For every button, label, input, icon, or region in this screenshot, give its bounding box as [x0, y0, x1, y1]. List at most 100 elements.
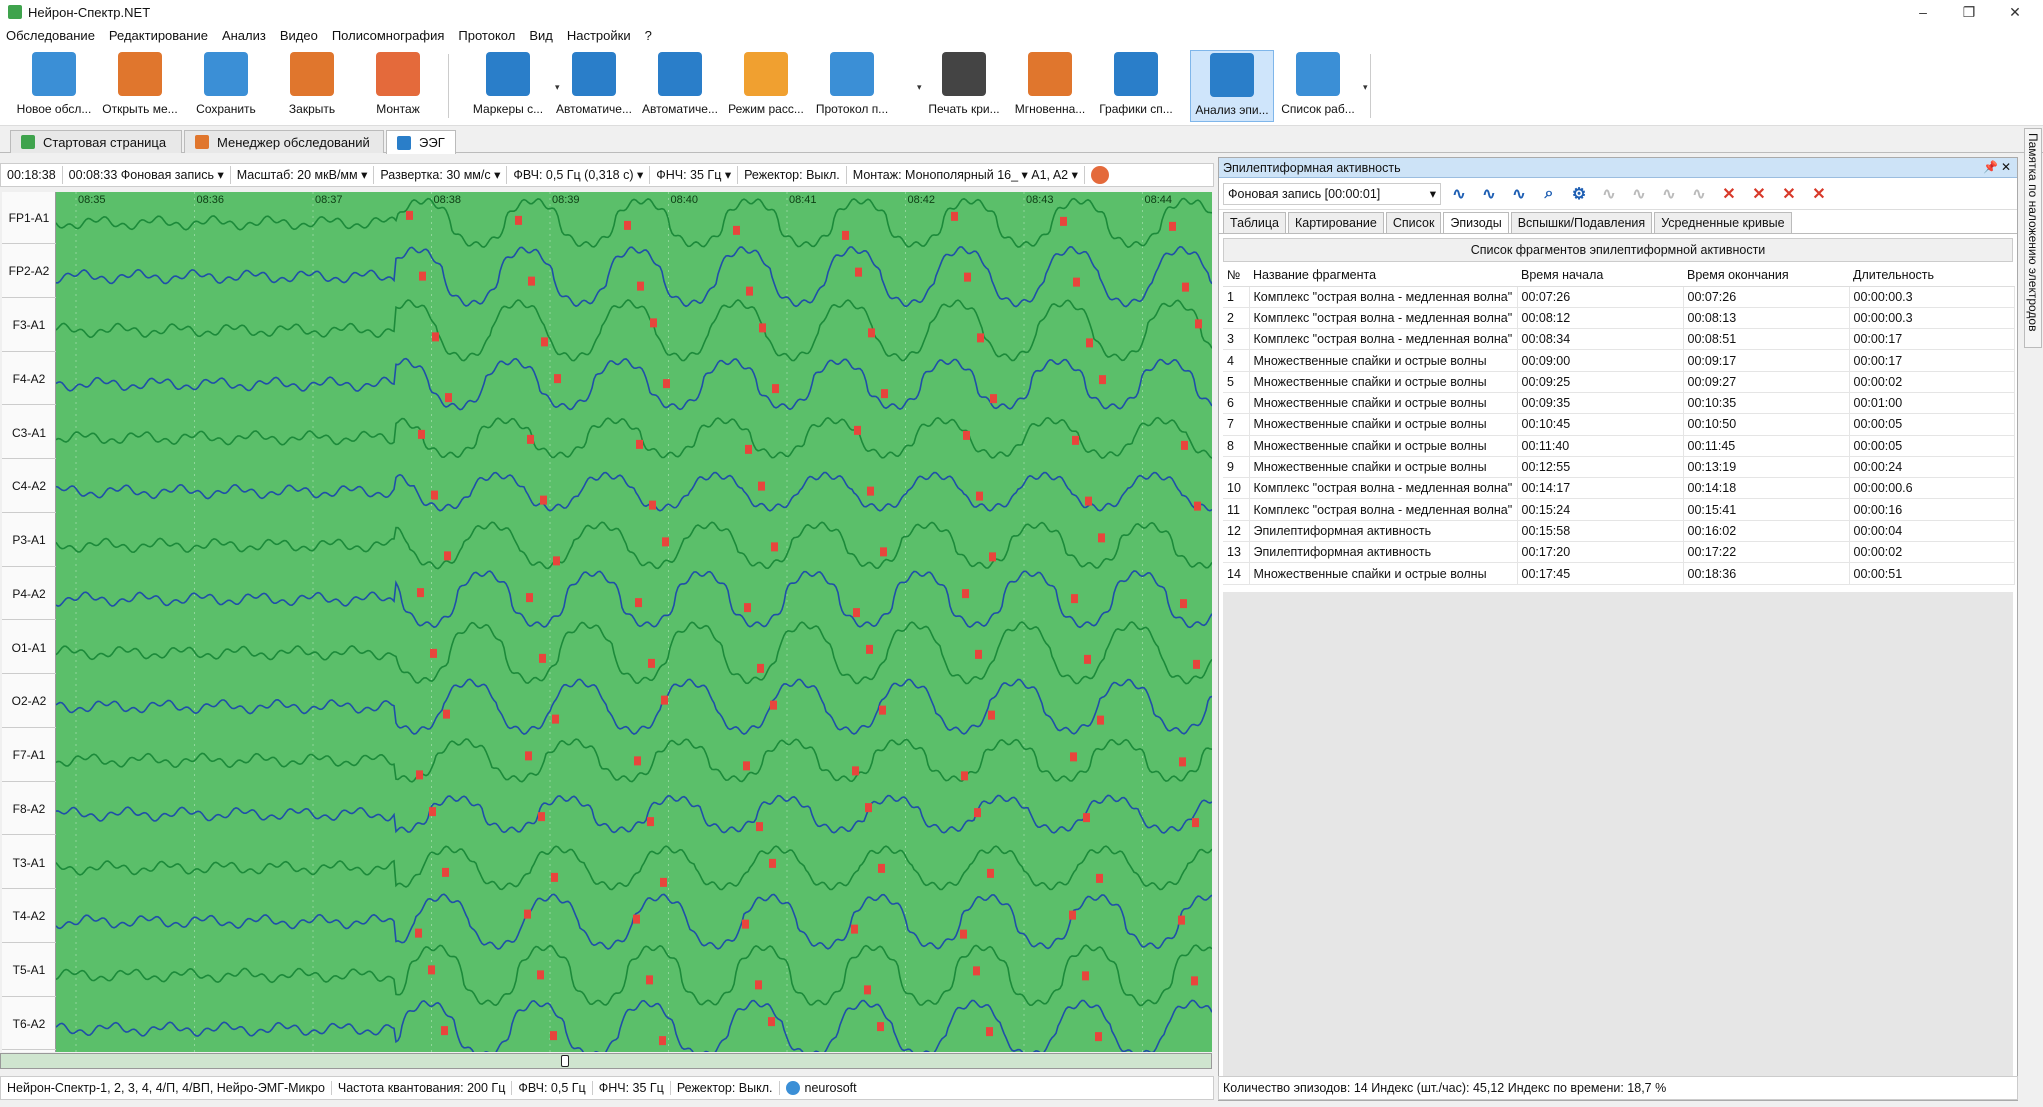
spike-marker[interactable]: [539, 653, 546, 663]
col-duration[interactable]: Длительность: [1849, 264, 2015, 287]
spike-marker[interactable]: [1085, 496, 1092, 506]
spike-marker[interactable]: [733, 225, 740, 235]
delete-all-icon[interactable]: ✕: [1807, 182, 1831, 206]
spike-marker[interactable]: [428, 965, 435, 975]
spike-marker[interactable]: [975, 649, 982, 659]
channel-label[interactable]: T6-A2: [2, 998, 56, 1051]
tab-start-page[interactable]: Стартовая страница: [10, 130, 182, 153]
spike-marker[interactable]: [768, 1017, 775, 1027]
lpf-select[interactable]: ФНЧ: 35 Гц ▾: [650, 166, 739, 184]
spike-marker[interactable]: [646, 975, 653, 985]
spike-marker[interactable]: [1098, 533, 1105, 543]
spike-marker[interactable]: [430, 648, 437, 658]
spike-marker[interactable]: [743, 761, 750, 771]
spike-marker[interactable]: [540, 495, 547, 505]
tab-table[interactable]: Таблица: [1223, 212, 1287, 233]
spike-marker[interactable]: [1178, 915, 1185, 925]
wave-dim-1-icon[interactable]: ∿: [1597, 182, 1621, 206]
spike-marker[interactable]: [418, 429, 425, 439]
spike-marker[interactable]: [986, 1027, 993, 1037]
minimize-button[interactable]: –: [1900, 0, 1946, 24]
toolbar-button-1[interactable]: Открыть ме...: [98, 50, 182, 122]
channel-label[interactable]: P4-A2: [2, 568, 56, 621]
channel-label[interactable]: F7-A1: [2, 730, 56, 782]
spike-marker[interactable]: [637, 281, 644, 291]
spike-marker[interactable]: [524, 909, 531, 919]
spike-marker[interactable]: [976, 491, 983, 501]
spike-marker[interactable]: [758, 481, 765, 491]
spike-detect-b-icon[interactable]: ∿: [1507, 182, 1531, 206]
spike-marker[interactable]: [1195, 319, 1202, 329]
channel-label[interactable]: O1-A1: [2, 622, 56, 674]
table-row[interactable]: 4 Множественные спайки и острые волны 00:0…: [1223, 349, 2015, 372]
channel-label[interactable]: C3-A1: [2, 407, 56, 459]
spike-marker[interactable]: [647, 817, 654, 827]
spike-marker[interactable]: [538, 812, 545, 822]
close-window-button[interactable]: ✕: [1992, 0, 2038, 24]
montage-select[interactable]: Монтаж: Монополярный 16_ ▾ A1, A2 ▾: [847, 166, 1085, 184]
spike-marker[interactable]: [1191, 976, 1198, 986]
spike-marker[interactable]: [744, 603, 751, 613]
spike-marker[interactable]: [864, 985, 871, 995]
toolbar-button-4[interactable]: Монтаж: [356, 50, 440, 122]
spike-marker[interactable]: [444, 551, 451, 561]
spike-marker[interactable]: [1095, 1032, 1102, 1042]
table-row[interactable]: 13 Эпилептиформная активность 00:17:20 00:1…: [1223, 541, 2015, 564]
spike-marker[interactable]: [442, 867, 449, 877]
spike-search-icon[interactable]: ⌕: [1537, 182, 1561, 206]
table-row[interactable]: 9 Множественные спайки и острые волны 00:1…: [1223, 456, 2015, 479]
spike-marker[interactable]: [650, 318, 657, 328]
gear-icon[interactable]: ⚙: [1567, 182, 1591, 206]
spike-marker[interactable]: [1073, 277, 1080, 287]
wave-dim-2-icon[interactable]: ∿: [1627, 182, 1651, 206]
spike-marker[interactable]: [951, 211, 958, 221]
spike-marker[interactable]: [660, 877, 667, 887]
spike-marker[interactable]: [842, 230, 849, 240]
table-row[interactable]: 3 Комплекс "острая волна - медленная волн…: [1223, 328, 2015, 351]
spike-marker[interactable]: [1072, 435, 1079, 445]
spike-marker[interactable]: [973, 966, 980, 976]
toolbar-button-12[interactable]: Графики сп...: [1094, 50, 1178, 122]
table-row[interactable]: 8 Множественные спайки и острые волны 00:1…: [1223, 435, 2015, 457]
spike-marker[interactable]: [1060, 216, 1067, 226]
spike-marker[interactable]: [659, 1036, 666, 1046]
spike-detect-a-icon[interactable]: ∿: [1477, 182, 1501, 206]
spike-marker[interactable]: [526, 593, 533, 603]
spike-marker[interactable]: [431, 490, 438, 500]
spike-marker[interactable]: [635, 598, 642, 608]
spike-marker[interactable]: [417, 588, 424, 598]
spike-marker[interactable]: [1097, 715, 1104, 725]
spike-marker[interactable]: [745, 444, 752, 454]
toolbar-button-5[interactable]: Маркеры с...: [466, 50, 550, 122]
spike-marker[interactable]: [964, 272, 971, 282]
delete-waves-icon[interactable]: ✕: [1747, 182, 1771, 206]
spike-marker[interactable]: [1193, 659, 1200, 669]
menu-settings[interactable]: Настройки: [567, 28, 631, 43]
spike-marker[interactable]: [662, 537, 669, 547]
spike-marker[interactable]: [1082, 971, 1089, 981]
table-row[interactable]: 1 Комплекс "острая волна - медленная волн…: [1223, 286, 2015, 308]
table-row[interactable]: 11 Комплекс "острая волна - медленная вол…: [1223, 498, 2015, 521]
delete-spikes-icon[interactable]: ✕: [1717, 182, 1741, 206]
spike-marker[interactable]: [772, 384, 779, 394]
scale-select[interactable]: Масштаб: 20 мкВ/мм ▾: [231, 166, 375, 184]
tab-episodes[interactable]: Эпизоды: [1443, 212, 1509, 233]
spike-marker[interactable]: [755, 980, 762, 990]
spike-marker[interactable]: [552, 714, 559, 724]
toolbar-button-9[interactable]: Протокол п...: [810, 50, 894, 122]
spike-marker[interactable]: [1192, 818, 1199, 828]
wave-dim-3-icon[interactable]: ∿: [1657, 182, 1681, 206]
spike-marker[interactable]: [963, 430, 970, 440]
channel-label[interactable]: FP2-A2: [2, 246, 56, 298]
table-row[interactable]: 2 Комплекс "острая волна - медленная волн…: [1223, 307, 2015, 330]
spike-marker[interactable]: [1086, 338, 1093, 348]
channel-label[interactable]: F8-A2: [2, 783, 56, 836]
spike-marker[interactable]: [989, 552, 996, 562]
toolbar-button-0[interactable]: Новое обсл...: [12, 50, 96, 122]
spike-marker[interactable]: [527, 434, 534, 444]
spike-marker[interactable]: [551, 872, 558, 882]
spike-marker[interactable]: [648, 658, 655, 668]
tab-averaged[interactable]: Усредненные кривые: [1654, 212, 1792, 233]
spike-marker[interactable]: [974, 808, 981, 818]
spike-marker[interactable]: [878, 863, 885, 873]
